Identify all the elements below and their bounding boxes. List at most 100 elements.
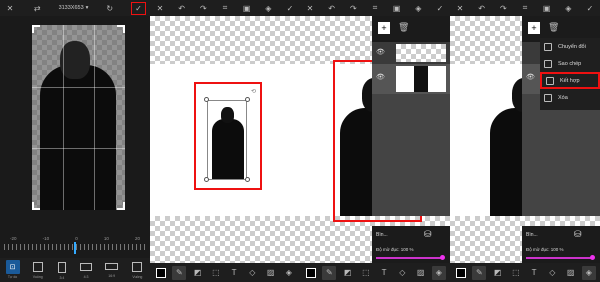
layer-thumb-top[interactable]: 👁 [372,42,450,64]
video-icon[interactable]: ▣ [541,2,553,14]
bucket-icon[interactable]: ⛁ [574,229,582,240]
crop-photo-area[interactable] [32,25,125,210]
resize-handle[interactable] [204,177,209,182]
merge-icon [546,76,554,85]
shapes-icon[interactable]: ◇ [545,266,559,280]
menu-item-copy[interactable]: Sao chép [540,55,600,72]
aspect-option[interactable]: Vuông [130,260,144,279]
crop-icon[interactable]: ⌗ [369,2,381,14]
layers-icon[interactable]: ◈ [262,2,274,14]
brush-icon[interactable]: ✎ [172,265,187,280]
color-swatch-icon[interactable] [154,266,168,280]
blend-panel: Bìn... ⛁ Độ mờ đục: 100 % [522,226,600,263]
rotation-ruler[interactable]: -20 -10 0 10 20 [4,236,146,256]
person-head [221,107,234,123]
add-layer-icon[interactable]: + [528,22,540,34]
opacity-slider[interactable] [526,257,594,259]
eye-icon[interactable]: 👁 [376,73,385,81]
selection-icon[interactable]: ⬚ [359,266,373,280]
eraser-icon[interactable]: ◩ [491,266,505,280]
undo-icon[interactable]: ↶ [326,2,338,14]
trash-icon[interactable]: 🗑 [548,22,559,33]
crop-handle[interactable] [117,25,125,33]
eye-icon[interactable]: 👁 [526,73,535,81]
image-icon[interactable]: ▨ [564,266,578,280]
text-icon[interactable]: T [227,266,241,280]
add-layer-icon[interactable]: + [378,22,390,34]
aspect-option[interactable]: 3:4 [56,260,68,280]
check-icon[interactable]: ✓ [284,2,296,14]
aspect-option[interactable]: 4:3 [79,260,93,279]
editor-bottombar: ✎ ◩ ⬚ T ◇ ▨ ◈ [150,263,300,282]
menu-item-transform[interactable]: Chuyển đổi [540,38,600,55]
redo-icon[interactable]: ↷ [497,2,509,14]
layers-icon[interactable]: ◈ [562,2,574,14]
thumb-person [414,66,428,92]
menu-item-merge[interactable]: Kết hợp [540,72,600,89]
shapes-icon[interactable]: ◇ [245,266,259,280]
bucket-icon[interactable]: ⛁ [424,229,432,240]
layers-icon[interactable]: ◈ [412,2,424,14]
rotate-icon[interactable]: ⟲ [251,88,256,95]
redo-icon[interactable]: ↷ [197,2,209,14]
crop-topbar: ✕ ⇄ 3133X653 ▾ ↻ ✓ [0,0,150,16]
crop-handle[interactable] [117,202,125,210]
check-icon[interactable]: ✓ [584,2,596,14]
blend-mode-dropdown[interactable]: Bìn... [526,232,538,238]
resize-handle[interactable] [245,177,250,182]
color-swatch-icon[interactable] [304,266,318,280]
undo-icon[interactable]: ↶ [476,2,488,14]
eye-icon[interactable]: 👁 [376,48,385,56]
check-icon[interactable]: ✓ [130,1,146,15]
resize-handle[interactable] [204,97,209,102]
trash-icon[interactable]: 🗑 [398,22,409,33]
brush-icon[interactable]: ✎ [322,265,337,280]
free-crop-icon: ⊡ [5,260,20,274]
brush-icon[interactable]: ✎ [472,265,487,280]
close-icon[interactable]: ✕ [454,2,466,14]
opacity-slider-knob[interactable] [440,255,445,260]
opacity-slider-knob[interactable] [590,255,595,260]
menu-item-label: Xóa [558,94,568,101]
eraser-icon[interactable]: ◩ [191,266,205,280]
selection-icon[interactable]: ⬚ [209,266,223,280]
redo-icon[interactable]: ↷ [347,2,359,14]
undo-icon[interactable]: ↶ [176,2,188,14]
close-icon[interactable]: ✕ [4,2,16,14]
layers-icon[interactable]: ◈ [581,265,596,280]
resize-handle[interactable] [245,97,250,102]
aspect-option[interactable]: Vuông [31,260,45,279]
selection-icon[interactable]: ⬚ [509,266,523,280]
close-icon[interactable]: ✕ [304,2,316,14]
image-icon[interactable]: ▨ [264,266,278,280]
image-icon[interactable]: ▨ [414,266,428,280]
swap-icon[interactable]: ⇄ [31,2,43,14]
refresh-icon[interactable]: ↻ [104,2,116,14]
crop-icon[interactable]: ⌗ [219,2,231,14]
video-icon[interactable]: ▣ [391,2,403,14]
layer-thumb-base[interactable] [372,94,450,216]
blend-mode-dropdown[interactable]: Bìn... [376,232,388,238]
aspect-option[interactable]: ⊡ Tự do [5,260,20,279]
layer-thumb-selected[interactable]: 👁 [372,64,450,94]
menu-item-delete[interactable]: Xóa [540,89,600,106]
placed-image[interactable] [207,100,247,180]
eraser-icon[interactable]: ◩ [341,266,355,280]
text-icon[interactable]: T [377,266,391,280]
layer-thumb-base[interactable] [522,94,600,216]
check-icon[interactable]: ✓ [434,2,446,14]
menu-item-label: Sao chép [558,60,582,67]
color-swatch-icon[interactable] [454,266,468,280]
crop-handle[interactable] [32,25,40,33]
shapes-icon[interactable]: ◇ [395,266,409,280]
size-dropdown[interactable]: 3133X653 ▾ [59,5,89,11]
aspect-option[interactable]: 16:9 [104,260,119,278]
crop-handle[interactable] [32,202,40,210]
video-icon[interactable]: ▣ [241,2,253,14]
layers-icon[interactable]: ◈ [431,265,446,280]
text-icon[interactable]: T [527,266,541,280]
close-icon[interactable]: ✕ [154,2,166,14]
layers-icon[interactable]: ◈ [282,266,296,280]
opacity-slider[interactable] [376,257,444,259]
crop-icon[interactable]: ⌗ [519,2,531,14]
